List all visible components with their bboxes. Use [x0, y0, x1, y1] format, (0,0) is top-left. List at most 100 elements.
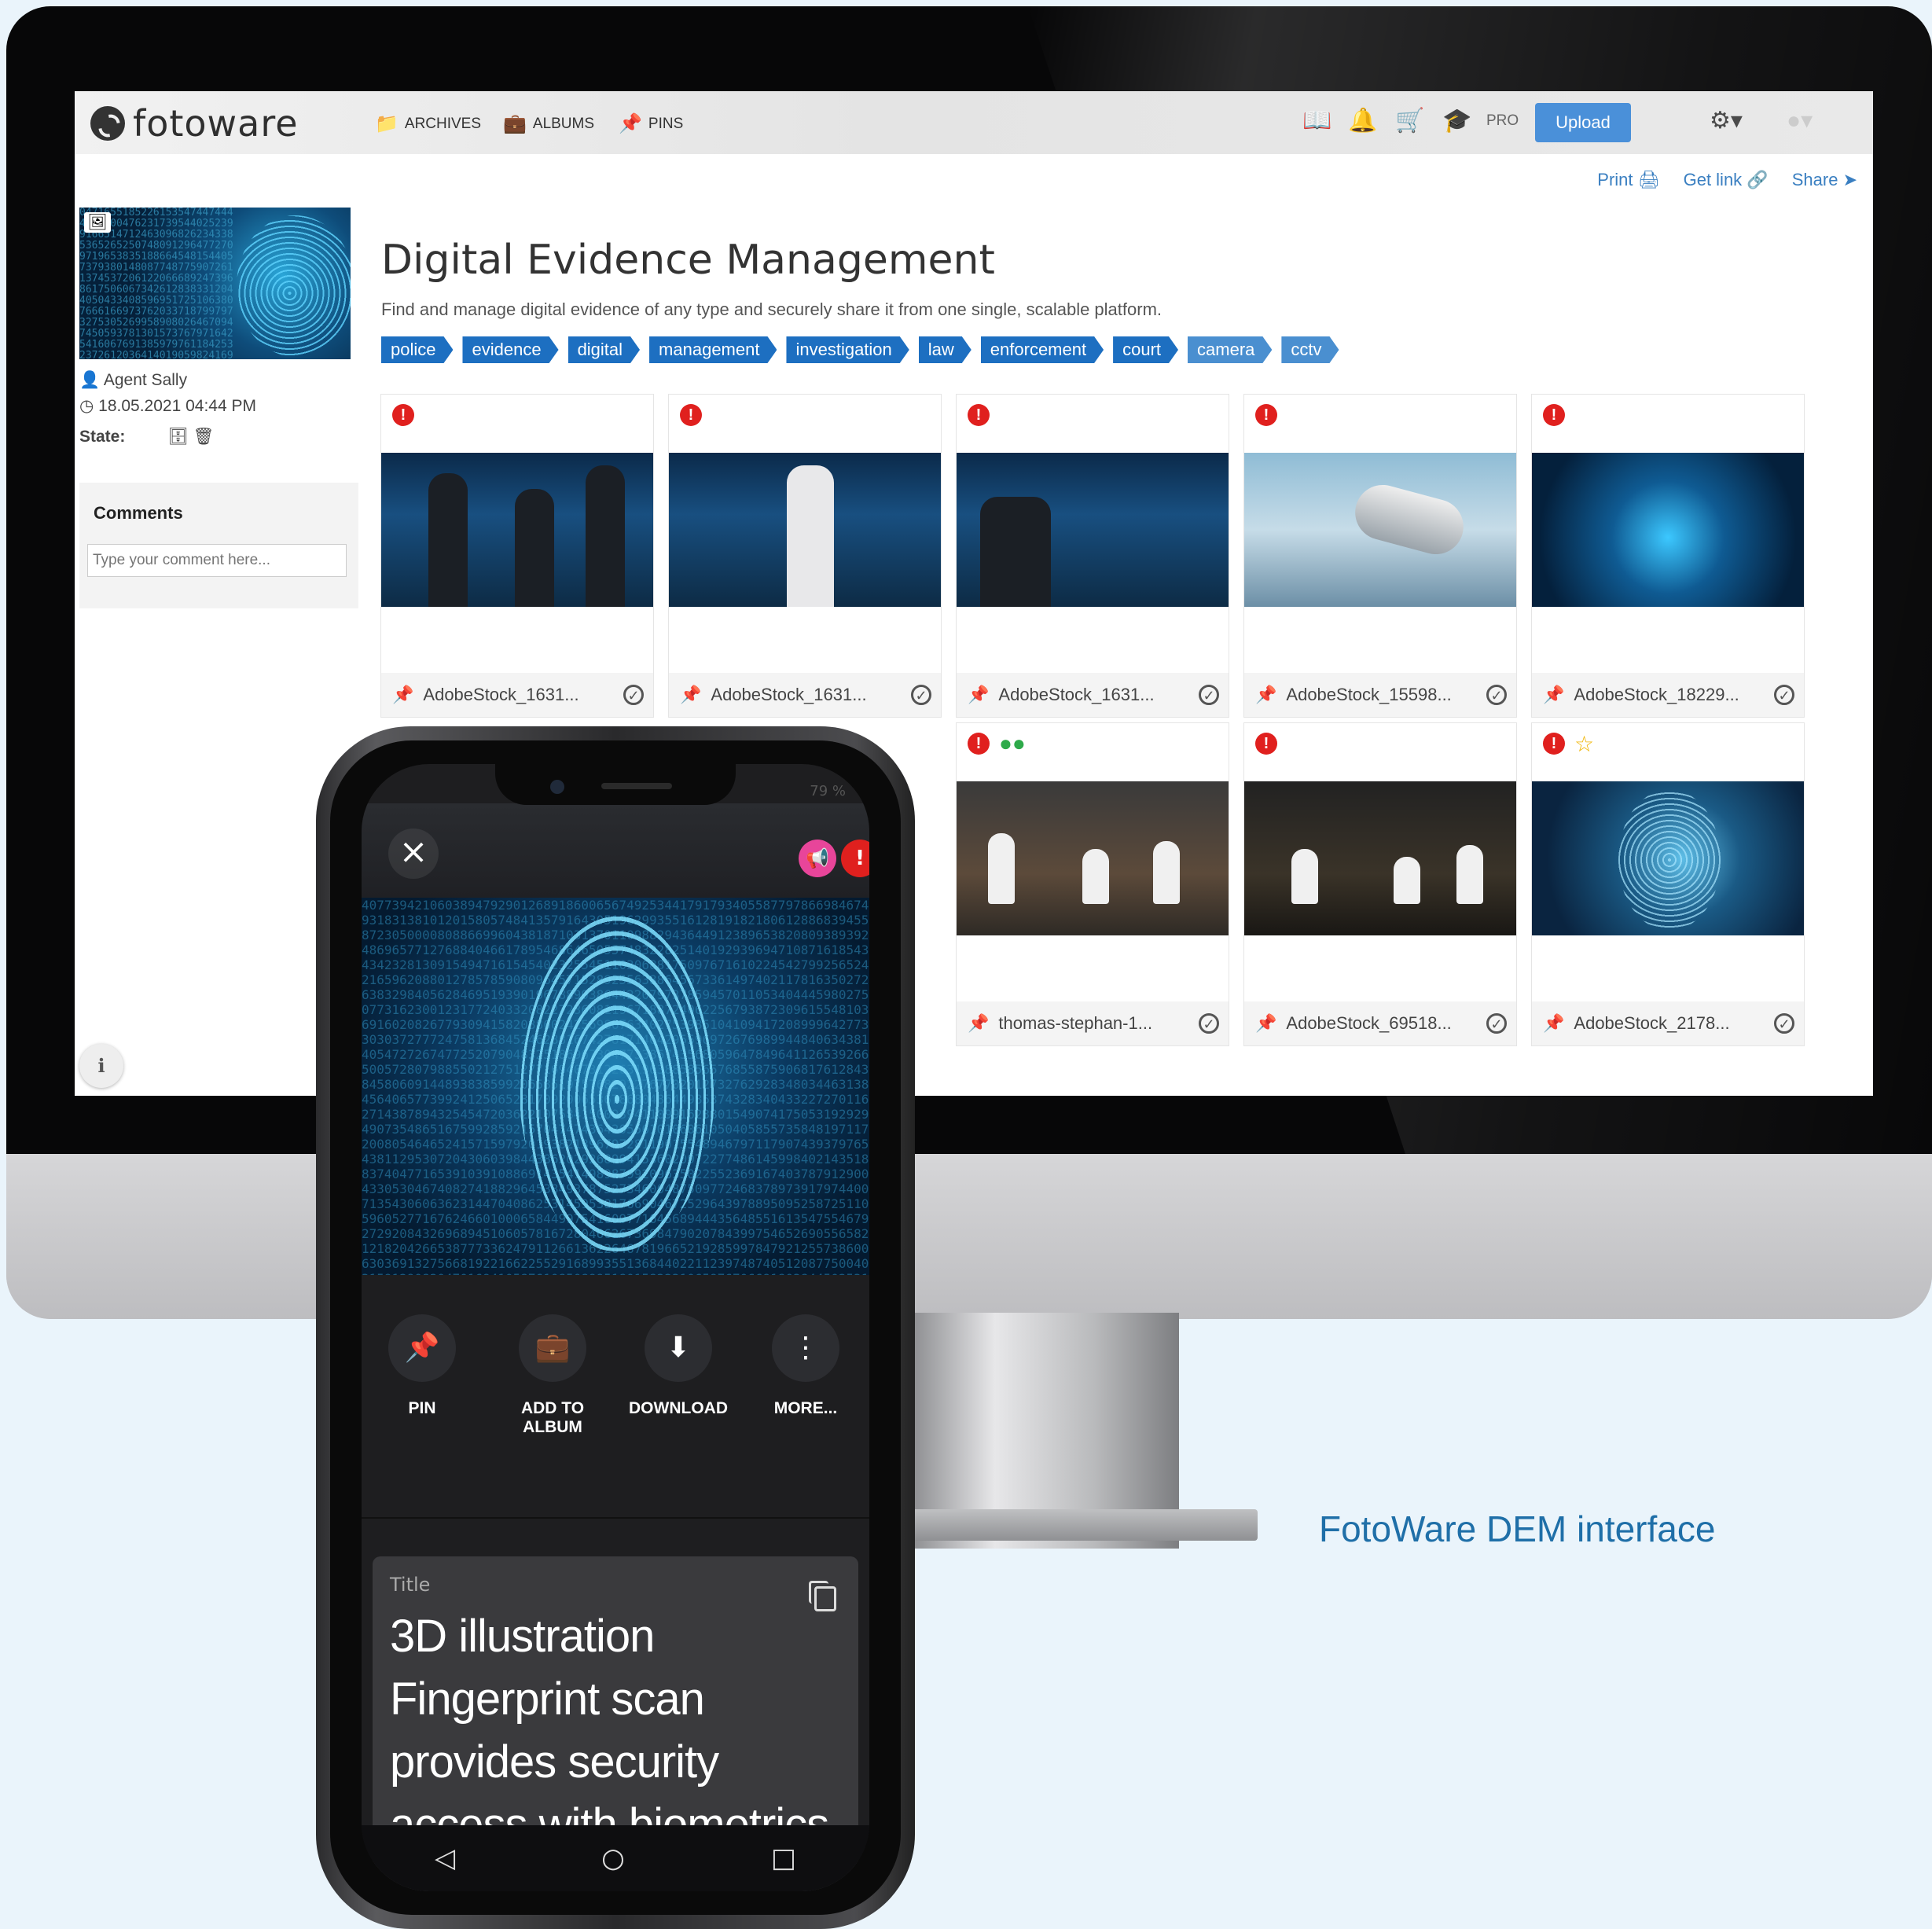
nav-archives[interactable]: 📁 ARCHIVES [375, 112, 481, 135]
fotoware-logo-mark-icon [90, 106, 125, 141]
pin-icon[interactable]: 📌 [1255, 1013, 1276, 1034]
asset-card[interactable]: ! 📌 AdobeStock_1631... ✓ [381, 395, 653, 717]
tag[interactable]: law [919, 336, 972, 363]
nav-pins[interactable]: 📌 PINS [619, 112, 683, 135]
tag[interactable]: police [381, 336, 453, 363]
asset-card[interactable]: ! 📌 AdobeStock_15598... ✓ [1244, 395, 1516, 717]
check-circle-icon[interactable]: ✓ [1486, 1013, 1507, 1034]
fotoware-logo[interactable]: fotoware [90, 102, 299, 145]
asset-thumbnail[interactable] [1244, 781, 1516, 935]
state-row: State: 🗄 🗑 [79, 428, 214, 446]
graduation-cap-icon[interactable]: 🎓 [1442, 107, 1471, 134]
asset-thumbnail[interactable] [957, 453, 1229, 607]
bell-icon[interactable]: 🔔 [1348, 107, 1377, 134]
back-icon[interactable]: ◁ [435, 1843, 455, 1874]
monitor-chin [6, 1154, 1932, 1319]
tag[interactable]: camera [1188, 336, 1272, 363]
asset-card[interactable]: ! ●● 📌 thomas-stephan-1... ✓ [957, 723, 1229, 1045]
user-icon[interactable]: ●▾ [1787, 107, 1813, 134]
share-label: Share [1792, 170, 1838, 189]
book-icon[interactable]: 📖 [1302, 107, 1331, 134]
asset-card[interactable]: ! 📌 AdobeStock_69518... ✓ [1244, 723, 1516, 1045]
clock-icon: ◷ [79, 397, 94, 415]
tag[interactable]: court [1113, 336, 1178, 363]
info-icon[interactable]: ℹ [79, 1044, 123, 1088]
check-circle-icon[interactable]: ✓ [1199, 685, 1219, 705]
tag[interactable]: cctv [1281, 336, 1339, 363]
archive-box-icon[interactable]: 🗄 [167, 428, 189, 446]
pin-icon[interactable]: 📌 [1543, 685, 1564, 705]
phone-screen: 79 % × 📢 ! 40773942106038947929012689186… [362, 764, 869, 1891]
divider [362, 1517, 869, 1519]
get-link-link[interactable]: Get link 🔗 [1684, 170, 1769, 190]
asset-thumbnail[interactable] [381, 453, 653, 607]
asset-card[interactable]: ! 📌 AdobeStock_18229... ✓ [1532, 395, 1804, 717]
pin-icon[interactable]: 📌 [1255, 685, 1276, 705]
star-icon[interactable]: ☆ [1574, 731, 1594, 757]
asset-thumbnail[interactable] [1532, 781, 1804, 935]
check-circle-icon[interactable]: ✓ [911, 685, 931, 705]
recents-icon[interactable]: □ [771, 1843, 796, 1874]
check-circle-icon[interactable]: ✓ [1774, 685, 1794, 705]
pin-icon: 📌 [619, 112, 642, 135]
asset-filename: AdobeStock_69518... [1286, 1013, 1486, 1034]
asset-card[interactable]: ! 📌 AdobeStock_1631... ✓ [957, 395, 1229, 717]
asset-thumbnail[interactable] [957, 781, 1229, 935]
asset-footer: 📌 AdobeStock_2178... ✓ [1532, 1001, 1804, 1045]
tag[interactable]: evidence [462, 336, 558, 363]
share-icon: ➤ [1843, 170, 1857, 189]
tag[interactable]: management [649, 336, 777, 363]
home-icon[interactable]: ○ [601, 1843, 625, 1874]
album-cover-thumbnail[interactable]: 0471655185226153547447444414720047623173… [79, 208, 351, 359]
pin-icon[interactable]: 📌 [968, 1013, 989, 1034]
share-link[interactable]: Share ➤ [1792, 170, 1857, 190]
nav-label-pins: PINS [648, 116, 683, 133]
asset-footer: 📌 AdobeStock_1631... ✓ [381, 673, 653, 717]
asset-thumbnail[interactable] [1532, 453, 1804, 607]
asset-filename: AdobeStock_2178... [1574, 1013, 1774, 1034]
asset-preview-image[interactable]: 4077394210603894792901268918600656749253… [362, 898, 869, 1275]
tag[interactable]: digital [568, 336, 640, 363]
asset-thumbnail[interactable] [669, 453, 941, 607]
pin-icon[interactable]: 📌 [968, 685, 989, 705]
asset-thumbnail[interactable] [1244, 453, 1516, 607]
pin-action-label: PIN [363, 1399, 481, 1418]
download-action[interactable]: ⬇ DOWNLOAD [619, 1314, 737, 1418]
front-camera [550, 780, 564, 794]
asset-card[interactable]: ! ☆ 📌 AdobeStock_2178... ✓ [1532, 723, 1804, 1045]
alert-icon: ! [1255, 404, 1277, 426]
cart-icon[interactable]: 🛒 [1395, 107, 1424, 134]
speaker-grille [601, 783, 672, 789]
asset-footer: 📌 AdobeStock_15598... ✓ [1244, 673, 1516, 717]
pin-icon[interactable]: 📌 [392, 685, 413, 705]
megaphone-icon[interactable]: 📢 [799, 840, 836, 877]
check-circle-icon[interactable]: ✓ [623, 685, 644, 705]
comment-input[interactable] [87, 544, 347, 577]
add-to-album-action[interactable]: 💼 ADD TO ALBUM [494, 1314, 612, 1437]
check-circle-icon[interactable]: ✓ [1199, 1013, 1219, 1034]
pin-icon[interactable]: 📌 [680, 685, 701, 705]
phone-notch [495, 764, 736, 805]
download-icon: ⬇ [645, 1314, 712, 1382]
pro-label[interactable]: PRO [1486, 112, 1519, 130]
author-row: 👤 Agent Sally [79, 371, 187, 390]
tag[interactable]: enforcement [981, 336, 1104, 363]
pin-icon[interactable]: 📌 [1543, 1013, 1564, 1034]
pin-icon: 📌 [388, 1314, 456, 1382]
pin-action[interactable]: 📌 PIN [363, 1314, 481, 1418]
print-link[interactable]: Print 🖨 [1597, 170, 1659, 190]
asset-card[interactable]: ! 📌 AdobeStock_1631... ✓ [669, 395, 941, 717]
close-icon[interactable]: × [388, 829, 439, 879]
trash-icon[interactable]: 🗑 [193, 428, 215, 446]
asset-footer: 📌 thomas-stephan-1... ✓ [957, 1001, 1229, 1045]
more-action[interactable]: ⋮ MORE... [747, 1314, 865, 1418]
upload-button[interactable]: Upload [1535, 103, 1631, 142]
gear-icon[interactable]: ⚙▾ [1710, 107, 1743, 134]
folder-icon: 📁 [375, 112, 399, 135]
check-circle-icon[interactable]: ✓ [1486, 685, 1507, 705]
date-row: ◷ 18.05.2021 04:44 PM [79, 396, 256, 416]
nav-albums[interactable]: 💼 ALBUMS [503, 112, 594, 135]
check-circle-icon[interactable]: ✓ [1774, 1013, 1794, 1034]
tag[interactable]: investigation [786, 336, 909, 363]
add-to-album-label: ADD TO ALBUM [494, 1399, 612, 1437]
